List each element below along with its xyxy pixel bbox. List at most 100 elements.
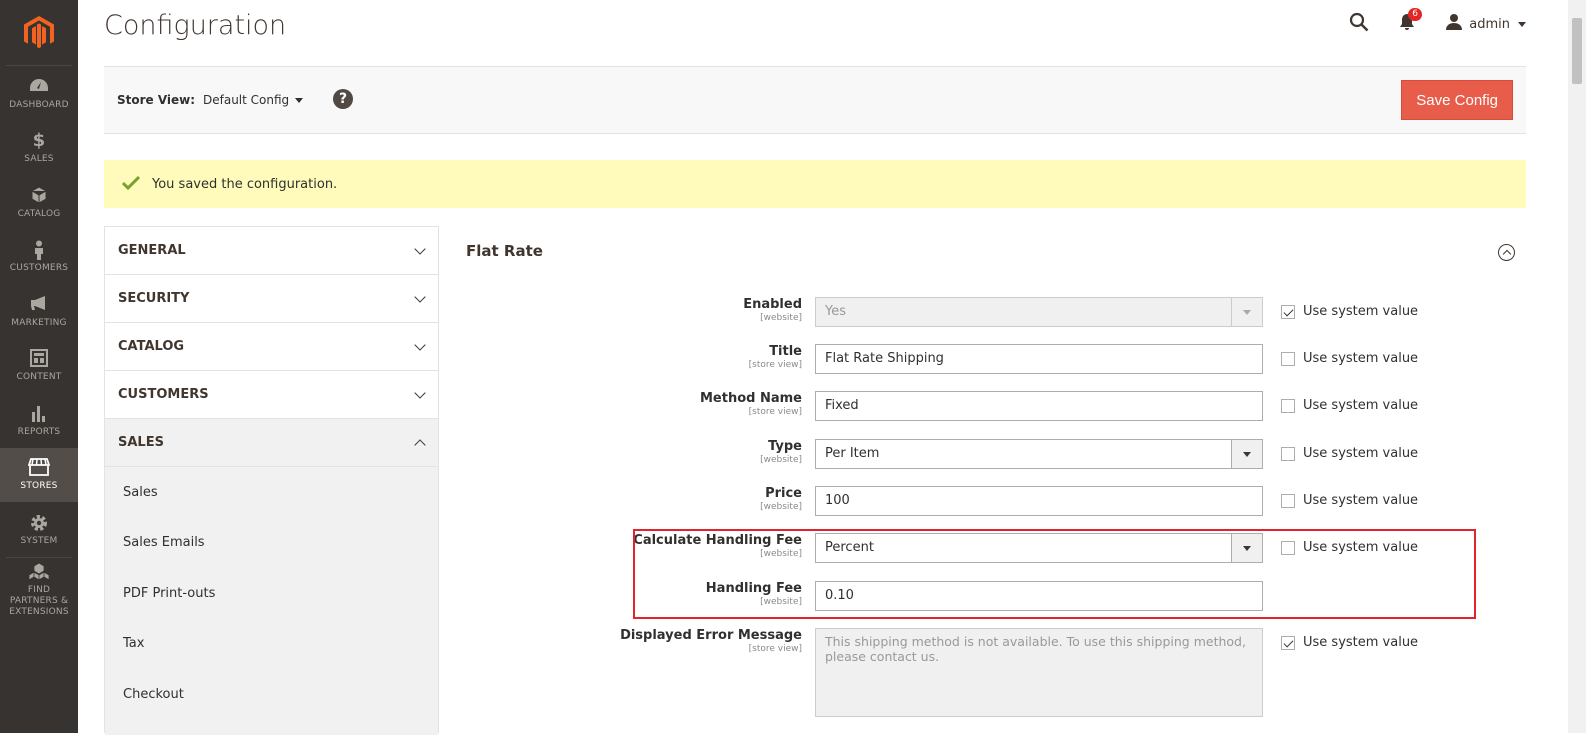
method-name-use-system-value[interactable]: Use system value (1281, 398, 1418, 413)
help-icon[interactable]: ? (333, 89, 353, 109)
nav-customers[interactable]: CUSTOMERS (0, 230, 78, 285)
magento-logo-icon (24, 15, 54, 48)
store-view-value: Default Config (203, 93, 290, 107)
page-title: Configuration (104, 10, 287, 41)
use-system-value-label: Use system value (1303, 398, 1419, 413)
subitem-sales-emails[interactable]: Sales Emails (105, 518, 438, 569)
subitem-checkout[interactable]: Checkout (105, 669, 438, 720)
nav-content-label: CONTENT (16, 372, 62, 383)
box-icon (30, 186, 48, 206)
chevron-up-icon (414, 438, 426, 451)
config-tabs: GENERAL SECURITY CATALOG CUSTOMERS SALES… (104, 226, 439, 735)
gear-icon (29, 513, 49, 533)
enabled-use-system-value[interactable]: Use system value (1281, 304, 1418, 319)
admin-user-menu[interactable]: admin (1445, 13, 1526, 35)
nav-catalog[interactable]: CATALOG (0, 175, 78, 230)
section-title: Flat Rate (466, 242, 543, 260)
admin-username: admin (1469, 16, 1510, 32)
method-name-input[interactable]: Fixed (815, 391, 1263, 421)
scrollbar-thumb[interactable] (1572, 18, 1582, 84)
tab-general[interactable]: GENERAL (105, 227, 438, 275)
store-view-label: Store View: (117, 93, 196, 107)
nav-partners-label: FIND PARTNERS & EXTENSIONS (9, 584, 69, 617)
user-icon (1445, 13, 1463, 35)
field-method-name-label: Method Name [store view] (700, 392, 802, 418)
checkbox[interactable] (1281, 446, 1295, 461)
type-select[interactable]: Per Item (815, 439, 1263, 469)
field-type-row: Type [website] Per Item Use system value (466, 439, 1476, 479)
chevron-down-icon (295, 98, 304, 103)
save-config-button[interactable]: Save Config (1401, 80, 1513, 120)
field-type-label: Type [website] (760, 440, 802, 466)
tab-general-label: GENERAL (118, 243, 186, 258)
highlight-box (633, 529, 1476, 619)
checkbox[interactable] (1281, 635, 1295, 650)
field-scope: [website] (760, 502, 802, 512)
price-use-system-value[interactable]: Use system value (1281, 493, 1418, 508)
nav-dashboard[interactable]: DASHBOARD (0, 66, 78, 121)
store-view-switcher[interactable]: Default Config (203, 93, 304, 107)
tab-security[interactable]: SECURITY (105, 275, 438, 323)
store-view-bar: Store View: Default Config ? Save Config (104, 66, 1526, 134)
admin-menu: DASHBOARD $ SALES CATALOG CUSTOMERS MARK… (0, 0, 78, 733)
tab-sales[interactable]: SALES (105, 419, 438, 467)
nav-marketing[interactable]: MARKETING (0, 284, 78, 339)
title-input[interactable]: Flat Rate Shipping (815, 344, 1263, 374)
dollar-icon: $ (32, 130, 46, 152)
chevron-down-icon (414, 338, 426, 351)
chevron-down-icon (1518, 21, 1526, 27)
enabled-select[interactable]: Yes (815, 297, 1263, 327)
nav-system[interactable]: SYSTEM (0, 502, 78, 557)
store-icon (27, 458, 51, 478)
chevron-down-icon (414, 290, 426, 303)
error-msg-use-system-value[interactable]: Use system value (1281, 635, 1418, 650)
subitem-sales[interactable]: Sales (105, 467, 438, 518)
field-price-label: Price [website] (760, 487, 802, 513)
field-enabled-label: Enabled [website] (743, 298, 802, 324)
field-label: Type (768, 439, 802, 454)
subitem-tax[interactable]: Tax (105, 619, 438, 670)
error-message-textarea[interactable]: This shipping method is not available. T… (815, 628, 1263, 717)
subitem-pdf-printouts[interactable]: PDF Print-outs (105, 568, 438, 619)
field-error-msg-row: Displayed Error Message [store view] Thi… (466, 628, 1476, 718)
person-icon (33, 240, 45, 261)
field-scope: [store view] (748, 407, 802, 417)
tab-catalog[interactable]: CATALOG (105, 323, 438, 371)
use-system-value-label: Use system value (1303, 635, 1419, 650)
field-scope: [store view] (748, 360, 802, 370)
megaphone-icon (29, 295, 49, 315)
nav-catalog-label: CATALOG (17, 208, 61, 219)
tab-customers[interactable]: CUSTOMERS (105, 371, 438, 419)
nav-system-label: SYSTEM (20, 535, 58, 546)
field-error-msg-label: Displayed Error Message [store view] (620, 629, 802, 655)
success-message: You saved the configuration. (104, 160, 1526, 208)
chevron-down-icon (1231, 440, 1262, 468)
notifications-button[interactable]: 6 (1399, 8, 1422, 35)
nav-sales[interactable]: $ SALES (0, 121, 78, 176)
nav-customers-label: CUSTOMERS (9, 263, 69, 274)
checkbox[interactable] (1281, 398, 1295, 413)
nav-reports[interactable]: REPORTS (0, 393, 78, 448)
checkbox[interactable] (1281, 351, 1295, 366)
field-label: Displayed Error Message (620, 628, 802, 643)
title-use-system-value[interactable]: Use system value (1281, 351, 1418, 366)
search-icon[interactable] (1349, 12, 1369, 36)
nav-content[interactable]: CONTENT (0, 339, 78, 394)
checkmark-icon (121, 174, 141, 195)
price-value: 100 (825, 493, 850, 508)
field-label: Title (769, 344, 802, 359)
magento-logo[interactable] (6, 0, 72, 66)
field-scope: [website] (760, 313, 802, 323)
nav-stores[interactable]: STORES (0, 447, 78, 502)
nav-partners[interactable]: FIND PARTNERS & EXTENSIONS (0, 558, 78, 622)
type-use-system-value[interactable]: Use system value (1281, 446, 1418, 461)
checkbox[interactable] (1281, 493, 1295, 508)
sales-subitems: Sales Sales Emails PDF Print-outs Tax Ch… (105, 467, 438, 735)
page-scrollbar[interactable] (1568, 0, 1586, 733)
layout-icon (30, 349, 48, 369)
cubes-icon (28, 562, 50, 582)
chevron-down-icon (414, 386, 426, 399)
price-input[interactable]: 100 (815, 486, 1263, 516)
collapse-icon[interactable] (1498, 244, 1515, 261)
checkbox[interactable] (1281, 304, 1295, 319)
